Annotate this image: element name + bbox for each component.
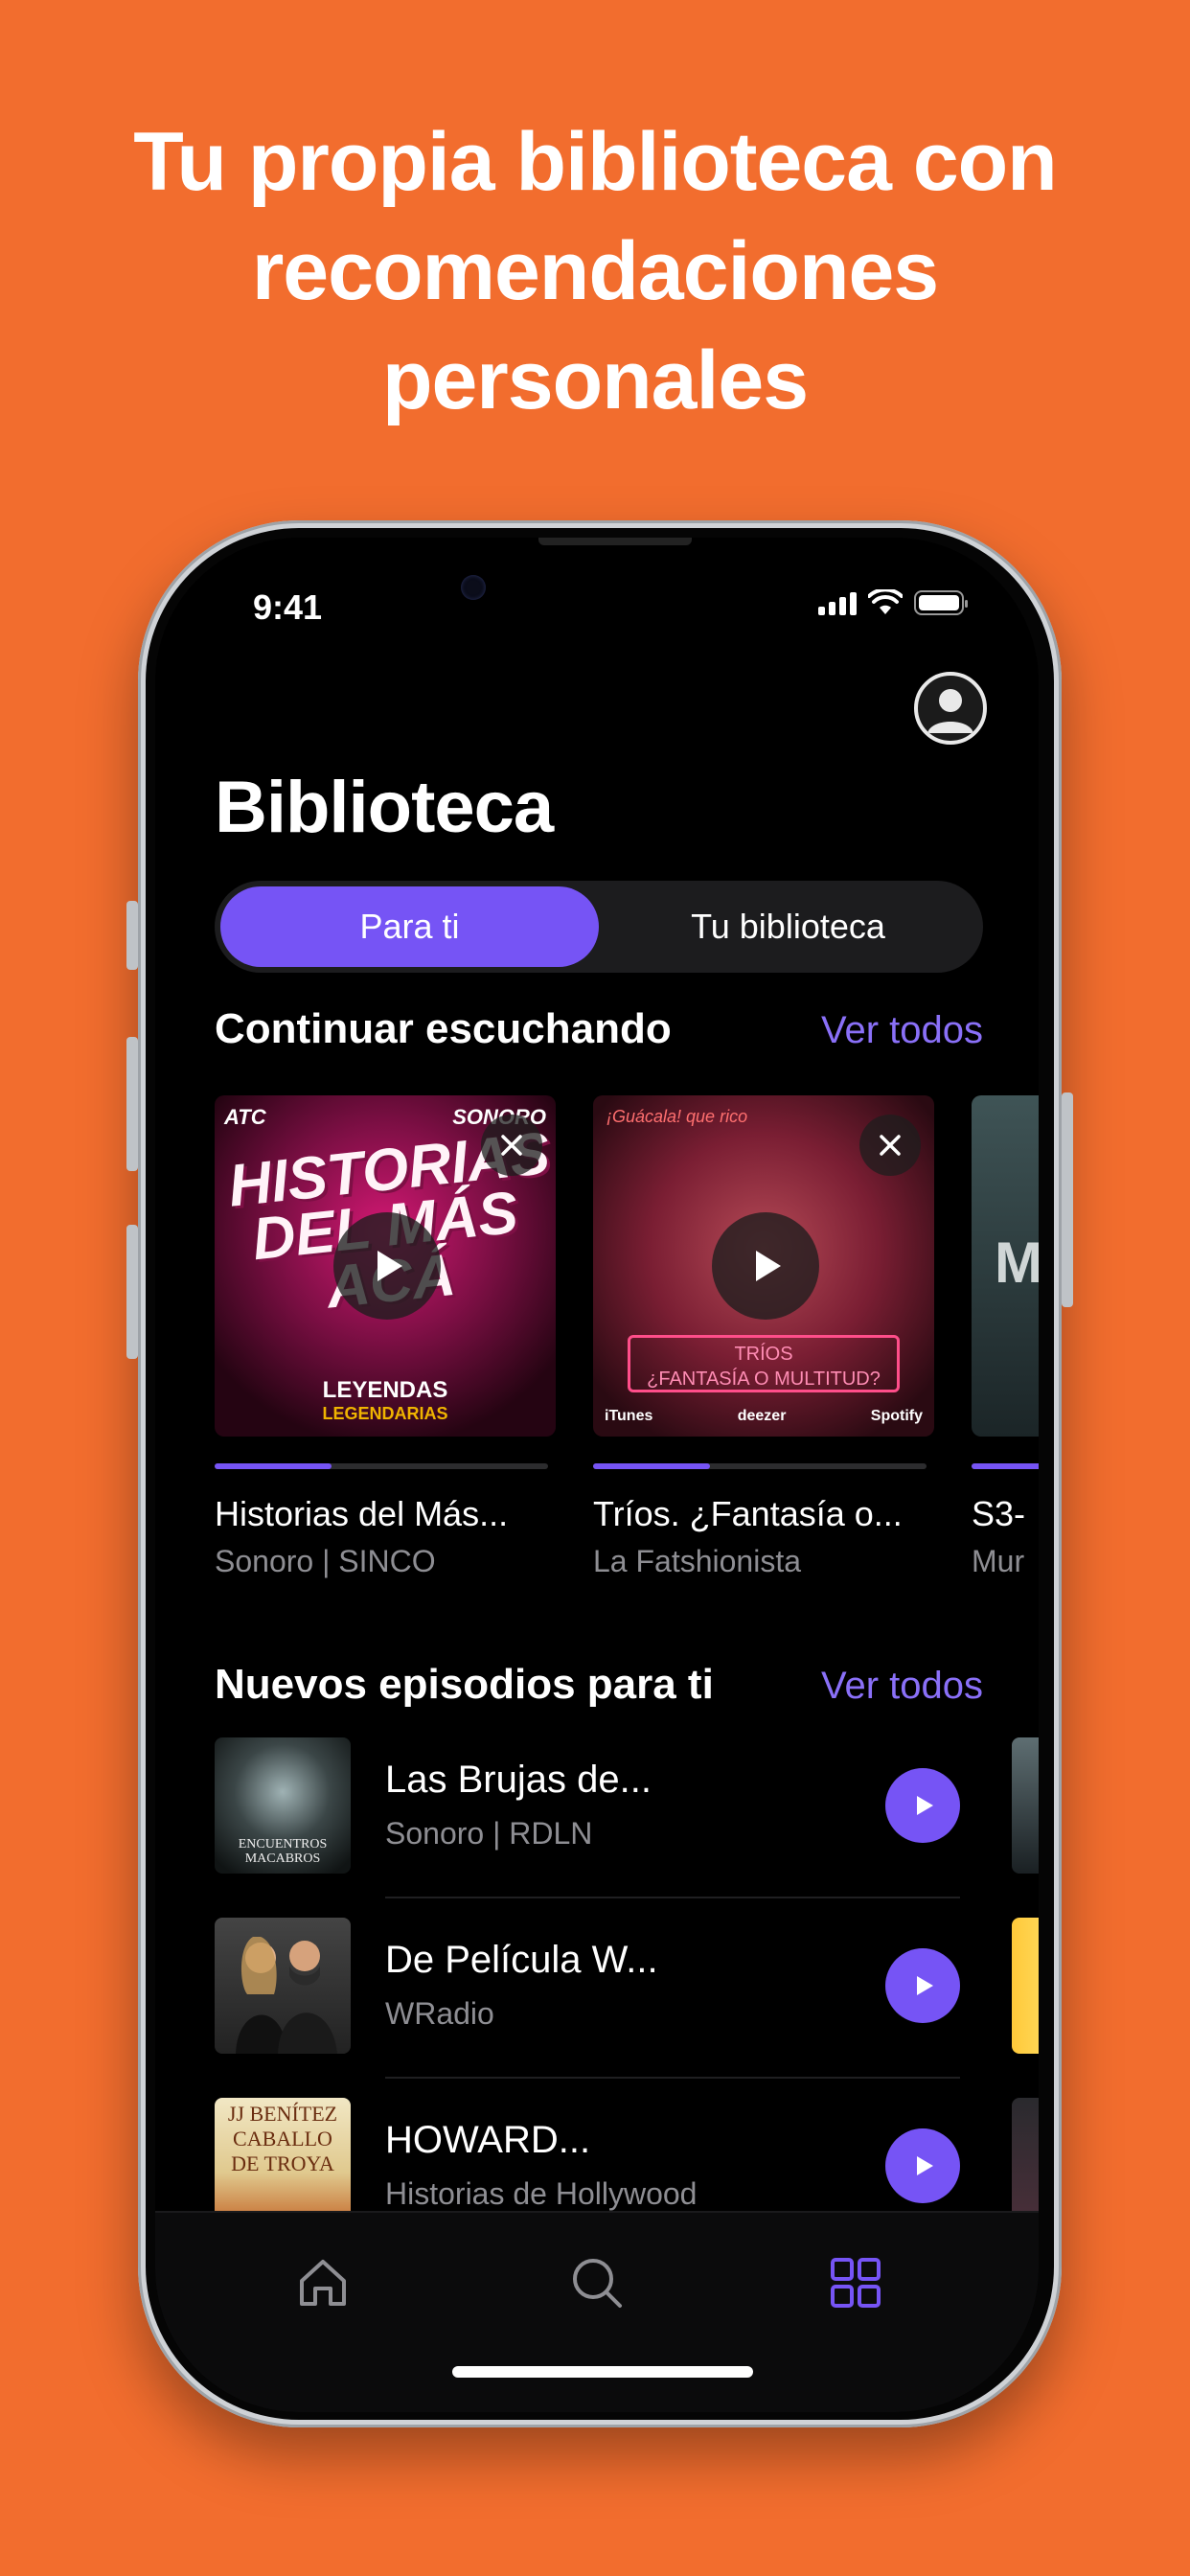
card-title: Tríos. ¿Fantasía o... (593, 1494, 903, 1533)
tab-tu-biblioteca[interactable]: Tu biblioteca (599, 886, 977, 967)
card-title: Historias del Más... (215, 1494, 509, 1533)
thumbnail-text: JJ BENÍTEZ CABALLO DE TROYA (227, 2102, 338, 2175)
tab-home[interactable] (289, 2249, 356, 2316)
cover-title-art: M (995, 1230, 1039, 1295)
play-icon (917, 1976, 933, 1995)
episode-play-button[interactable] (885, 1948, 960, 2023)
episode-title: HOWARD... (385, 2119, 591, 2161)
close-icon (501, 1135, 522, 1156)
play-button[interactable] (712, 1212, 819, 1320)
podcast-cover: M (972, 1095, 1039, 1437)
deezer-label: deezer (737, 1408, 787, 1424)
episode-play-button[interactable] (885, 2128, 960, 2203)
cellular-signal-icon (818, 590, 857, 615)
card-subtitle: La Fatshionista (593, 1544, 802, 1578)
remove-button[interactable] (859, 1115, 921, 1176)
list-divider (385, 1897, 960, 1898)
play-icon (756, 1251, 781, 1281)
episode-title: De Película W... (385, 1939, 658, 1981)
episode-thumbnail (215, 1918, 351, 2054)
episode-subtitle: Historias de Hollywood (385, 2176, 698, 2211)
cover-tagline: ¡Guácala! que rico (606, 1107, 748, 1126)
user-icon (927, 689, 973, 733)
listening-progress-bar (215, 1463, 548, 1469)
hosts-photo (236, 1937, 337, 2054)
close-icon (880, 1135, 901, 1156)
play-icon (917, 1796, 933, 1815)
headline-line-2: recomendaciones (251, 225, 939, 317)
card-title: S3- (972, 1494, 1026, 1533)
library-grid-icon (831, 2258, 881, 2308)
side-button-silent (126, 901, 138, 970)
speaker-grille (538, 538, 692, 545)
profile-avatar-button[interactable] (914, 672, 987, 745)
continue-see-all-link[interactable]: Ver todos (821, 1009, 983, 1052)
home-indicator[interactable] (452, 2366, 753, 2378)
episode-thumbnail: ENCUENTROS MACABROS (215, 1737, 351, 1874)
episode-subtitle: WRadio (385, 1996, 494, 2031)
side-button-power (1062, 1092, 1073, 1307)
itunes-label: iTunes (605, 1408, 653, 1424)
cover-services: iTunes deezer Spotify (605, 1408, 923, 1425)
phone-screen: 9:41 Biblioteca Para ti Tu biblioteca Co… (155, 538, 1039, 2412)
thumbnail-text: ENCUENTROS MACABROS (238, 1837, 328, 1866)
progress-fill (215, 1463, 332, 1469)
page-title: Biblioteca (215, 767, 554, 848)
status-icons (818, 589, 968, 616)
home-icon (300, 2260, 346, 2306)
marketing-headline: Tu propia biblioteca con recomendaciones… (0, 107, 1190, 435)
card-subtitle: Sonoro | SINCO (215, 1544, 436, 1578)
episode-title: Las Brujas de... (385, 1759, 652, 1801)
headline-line-1: Tu propia biblioteca con (133, 116, 1057, 208)
play-button[interactable] (333, 1212, 441, 1320)
cover-box-line-1: TRÍOS (734, 1344, 793, 1365)
tab-search[interactable] (563, 2249, 630, 2316)
bottom-tab-bar (155, 2211, 1039, 2412)
continue-listening-carousel: ATC SONORO HISTORIAS DEL MÁS ACÁ LEYENDA… (215, 1095, 1039, 1594)
listening-progress-bar (972, 1463, 1039, 1469)
cover-footer: LEYENDAS LEGENDARIAS (215, 1379, 556, 1425)
play-icon (378, 1251, 402, 1281)
cover-footer-main: LEYENDAS (322, 1377, 448, 1403)
headline-line-3: personales (381, 334, 809, 426)
front-camera (461, 575, 486, 600)
library-segmented-control: Para ti Tu biblioteca (215, 881, 983, 973)
next-column-thumbnail (1012, 1737, 1039, 1874)
episode-row[interactable]: De Película W... WRadio (215, 1918, 1039, 2054)
episode-play-button[interactable] (885, 1768, 960, 1843)
continue-card[interactable]: ATC SONORO HISTORIAS DEL MÁS ACÁ LEYENDA… (215, 1095, 556, 1579)
side-button-volume-up (126, 1037, 138, 1171)
new-episodes-see-all-link[interactable]: Ver todos (821, 1665, 983, 1708)
continue-listening-title: Continuar escuchando (215, 1005, 672, 1052)
cover-footer-sub: LEGENDARIAS (322, 1404, 448, 1423)
card-subtitle: Mur (972, 1544, 1025, 1578)
continue-card[interactable]: ¡Guácala! que rico TRÍOS ¿FANTASÍA O MUL… (593, 1095, 934, 1579)
cover-publisher-logo: ATC (224, 1105, 266, 1129)
search-icon (573, 2259, 622, 2308)
spotify-label: Spotify (870, 1408, 923, 1424)
play-icon (917, 2156, 933, 2175)
status-time: 9:41 (253, 587, 323, 627)
cover-box-line-2: ¿FANTASÍA O MULTITUD? (647, 1368, 881, 1390)
wifi-icon (868, 589, 903, 614)
podcast-cover: ATC SONORO HISTORIAS DEL MÁS ACÁ LEYENDA… (215, 1095, 556, 1437)
tab-library[interactable] (822, 2249, 889, 2316)
listening-progress-bar (593, 1463, 927, 1469)
new-episodes-title: Nuevos episodios para ti (215, 1661, 714, 1708)
progress-fill (972, 1463, 1039, 1469)
progress-fill (593, 1463, 710, 1469)
battery-icon (914, 590, 968, 615)
podcast-cover: ¡Guácala! que rico TRÍOS ¿FANTASÍA O MUL… (593, 1095, 934, 1437)
episode-subtitle: Sonoro | RDLN (385, 1816, 593, 1851)
next-column-thumbnail (1012, 1918, 1039, 2054)
remove-button[interactable] (481, 1115, 542, 1176)
list-divider (385, 2077, 960, 2079)
tab-para-ti[interactable]: Para ti (220, 886, 599, 967)
side-button-volume-down (126, 1225, 138, 1359)
episode-row[interactable]: ENCUENTROS MACABROS Las Brujas de... Son… (215, 1737, 1039, 1874)
cover-title-box: TRÍOS ¿FANTASÍA O MULTITUD? (628, 1335, 900, 1392)
continue-card[interactable]: M S3- Mur (972, 1095, 1039, 1579)
